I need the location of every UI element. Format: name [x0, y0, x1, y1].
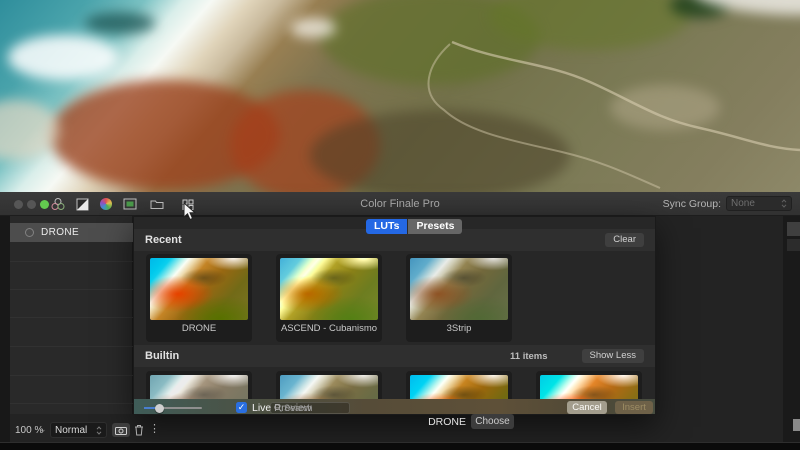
camera-icon [115, 426, 127, 435]
mouse-cursor [183, 202, 197, 221]
search-field[interactable] [270, 402, 350, 414]
search-icon [274, 404, 282, 412]
stepper-icon [781, 199, 787, 208]
lut-thumbnail [410, 258, 508, 320]
delete-button[interactable] [133, 422, 145, 437]
sync-group-select[interactable]: None [726, 196, 792, 211]
builtin-count: 11 items [510, 351, 548, 362]
lut-card-drone[interactable]: DRONE [146, 254, 252, 342]
lut-card-3strip[interactable]: 3Strip [406, 254, 512, 342]
cancel-button[interactable]: Cancel [567, 401, 607, 414]
search-input[interactable] [284, 403, 346, 413]
layers-sidebar: DRONE [10, 216, 133, 414]
lut-preset-tabs: LUTs Presets [366, 219, 462, 234]
bottom-strip [0, 442, 800, 450]
lut-thumbnail [280, 258, 378, 320]
insert-button[interactable]: Insert [615, 401, 653, 414]
more-options-button[interactable]: ⋮ [149, 421, 160, 437]
live-preview-checkbox[interactable]: ✓ [236, 402, 247, 413]
show-less-button[interactable]: Show Less [582, 349, 644, 363]
layer-enable-icon[interactable] [25, 228, 34, 237]
lut-card-ascend-cubanismo[interactable]: ASCEND - Cubanismo [276, 254, 382, 342]
right-panel-strip [783, 216, 800, 442]
snapshot-button[interactable] [112, 423, 130, 437]
app-window: Color Finale Pro Sync Group: None DRONE [0, 0, 800, 450]
stepper-icon [96, 426, 102, 435]
main-area: DRONE LUTs Presets Recent Clear DRONE [0, 216, 800, 442]
sidebar-item-drone[interactable]: DRONE [10, 223, 133, 242]
zoom-dropdown-icon[interactable]: ⌄ [39, 424, 47, 435]
left-edge [0, 216, 10, 442]
recent-title: Recent [145, 234, 605, 246]
sync-group: Sync Group: None [663, 196, 792, 211]
builtin-title: Builtin [145, 350, 510, 362]
video-preview [0, 0, 800, 192]
titlebar: Color Finale Pro Sync Group: None [0, 192, 800, 216]
trash-icon [134, 424, 144, 436]
tab-luts[interactable]: LUTs [366, 219, 407, 234]
lut-thumbnail [150, 258, 248, 320]
current-lut-name: DRONE [402, 416, 466, 428]
builtin-section-header: Builtin 11 items Show Less [134, 345, 655, 367]
blend-mode-select[interactable]: Normal [50, 422, 107, 438]
lut-browser-popup: LUTs Presets Recent Clear DRONE ASCEND -… [133, 216, 656, 415]
layer-name: DRONE [41, 227, 79, 238]
popup-footer: ✓ Live Preview Cancel Insert [134, 399, 655, 415]
clear-button[interactable]: Clear [605, 233, 644, 247]
hiking-trail [0, 0, 800, 192]
slider-thumb[interactable] [155, 404, 164, 413]
preview-strength-slider[interactable] [144, 407, 202, 409]
sync-group-label: Sync Group: [663, 198, 721, 210]
choose-button[interactable]: Choose [471, 414, 514, 429]
tab-presets[interactable]: Presets [407, 219, 462, 234]
